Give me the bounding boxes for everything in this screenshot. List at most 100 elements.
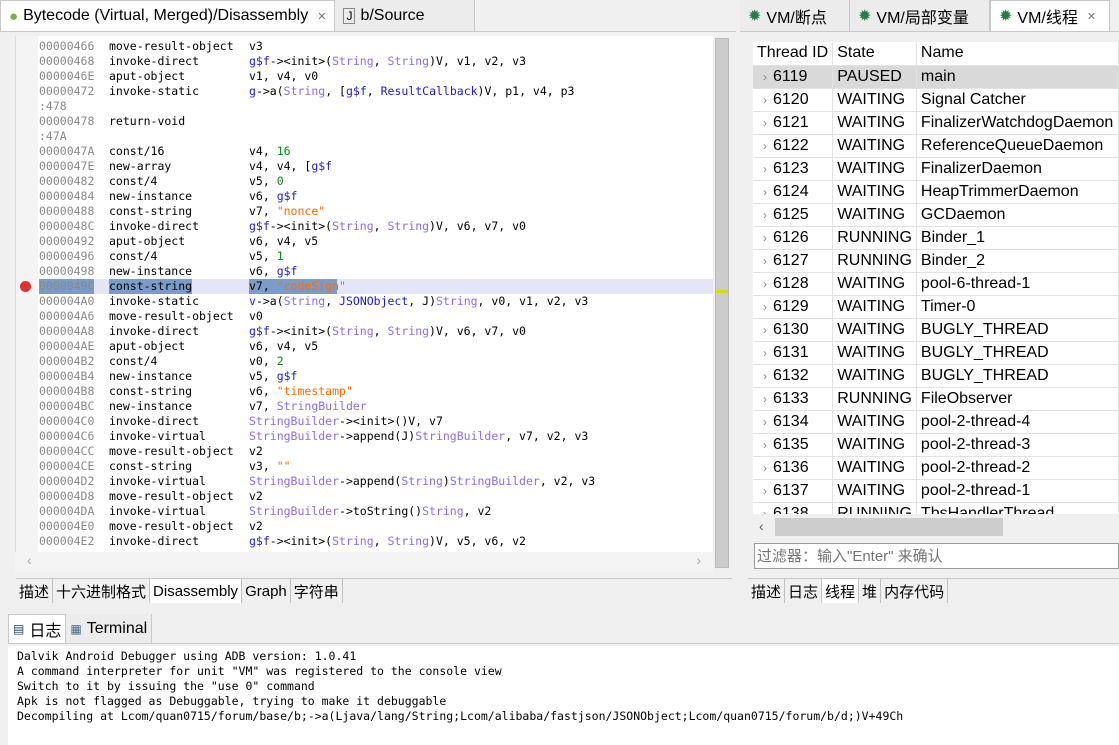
thread-row[interactable]: › 6123 WAITING FinalizerDaemon bbox=[753, 157, 1119, 181]
expand-chevron-icon[interactable]: › bbox=[763, 300, 767, 314]
thread-row[interactable]: › 6120 WAITING Signal Catcher bbox=[753, 88, 1119, 112]
expand-chevron-icon[interactable]: › bbox=[763, 208, 767, 222]
code-line[interactable]: 000004CC move-result-object v2 bbox=[39, 444, 713, 459]
expand-chevron-icon[interactable]: › bbox=[763, 185, 767, 199]
thread-row[interactable]: › 6132 WAITING BUGLY_THREAD bbox=[753, 364, 1119, 388]
thread-row[interactable]: › 6135 WAITING pool-2-thread-3 bbox=[753, 433, 1119, 457]
expand-chevron-icon[interactable]: › bbox=[763, 484, 767, 498]
code-line[interactable]: 000004AE aput-object v6, v4, v5 bbox=[39, 339, 713, 354]
thread-row[interactable]: › 6131 WAITING BUGLY_THREAD bbox=[753, 341, 1119, 365]
code-line[interactable]: 00000498 new-instance v6, g$f bbox=[39, 264, 713, 279]
tab-vm-0[interactable]: ✹ VM/断点 bbox=[740, 0, 850, 31]
code-line[interactable]: 000004CE const-string v3, "" bbox=[39, 459, 713, 474]
thread-row[interactable]: › 6134 WAITING pool-2-thread-4 bbox=[753, 410, 1119, 434]
code-line[interactable]: 000004D2 invoke-virtual StringBuilder->app… bbox=[39, 474, 713, 489]
code-line[interactable]: 000004C0 invoke-direct StringBuilder-><ini… bbox=[39, 414, 713, 429]
bottom-tab-1[interactable]: 十六进制格式 bbox=[53, 579, 151, 603]
tab-bytecode[interactable]: ● Bytecode (Virtual, Merged)/Disassembly… bbox=[0, 0, 336, 31]
code-line[interactable]: 00000468 invoke-direct g$f-><init>(String,… bbox=[39, 54, 713, 69]
code-line[interactable]: 0000049C const-string v7, "codeSign" bbox=[20, 279, 713, 294]
thread-row[interactable]: › 6130 WAITING BUGLY_THREAD bbox=[753, 318, 1119, 342]
expand-chevron-icon[interactable]: › bbox=[763, 139, 767, 153]
code-line[interactable]: 00000484 new-instance v6, g$f bbox=[39, 189, 713, 204]
thread-row[interactable]: › 6133 RUNNING FileObserver bbox=[753, 387, 1119, 411]
code-line[interactable]: 00000472 invoke-static g->a(String, [g$f, … bbox=[39, 84, 713, 99]
code-line[interactable]: 000004E2 invoke-direct g$f-><init>(String,… bbox=[39, 534, 713, 549]
expand-chevron-icon[interactable]: › bbox=[763, 231, 767, 245]
code-area[interactable]: 00000466 move-result-object v3 00000468 invo… bbox=[15, 36, 713, 552]
scroll-left-icon[interactable]: ‹ bbox=[27, 552, 32, 572]
code-line[interactable]: 000004A8 invoke-direct g$f-><init>(String,… bbox=[39, 324, 713, 339]
code-line[interactable]: 000004A0 invoke-static v->a(String, JSONOb… bbox=[39, 294, 713, 309]
thread-hscrollbar[interactable]: ‹ bbox=[753, 516, 1119, 538]
thread-row[interactable]: › 6138 RUNNING TbsHandlerThread bbox=[753, 502, 1119, 514]
code-line[interactable]: 00000478 return-void bbox=[39, 114, 713, 129]
code-line[interactable]: 0000048C invoke-direct g$f-><init>(String,… bbox=[39, 219, 713, 234]
expand-chevron-icon[interactable]: › bbox=[763, 323, 767, 337]
expand-chevron-icon[interactable]: › bbox=[763, 277, 767, 291]
tab-vm-1[interactable]: ✹ VM/局部变量 bbox=[850, 0, 990, 31]
breakpoint-gutter[interactable] bbox=[16, 36, 38, 552]
thread-row[interactable]: › 6137 WAITING pool-2-thread-1 bbox=[753, 479, 1119, 503]
bottom-tab-2[interactable]: Disassembly bbox=[150, 579, 243, 603]
filter-input[interactable] bbox=[754, 543, 1119, 569]
code-line[interactable]: :478 bbox=[39, 99, 713, 114]
expand-chevron-icon[interactable]: › bbox=[763, 162, 767, 176]
thread-row[interactable]: › 6122 WAITING ReferenceQueueDaemon bbox=[753, 134, 1119, 158]
expand-chevron-icon[interactable]: › bbox=[763, 461, 767, 475]
thread-row[interactable]: › 6125 WAITING GCDaemon bbox=[753, 203, 1119, 227]
thread-row[interactable]: › 6129 WAITING Timer-0 bbox=[753, 295, 1119, 319]
expand-chevron-icon[interactable]: › bbox=[763, 254, 767, 268]
bottom-tab-4[interactable]: 内存代码 bbox=[881, 579, 949, 603]
scroll-left-icon[interactable]: ‹ bbox=[759, 518, 764, 534]
close-icon[interactable]: ✕ bbox=[317, 10, 326, 23]
bottom-tab-1[interactable]: 日志 bbox=[785, 579, 823, 603]
console-output[interactable]: Dalvik Android Debugger using ADB versio… bbox=[8, 646, 1119, 745]
tab-vm-2[interactable]: ✹ VM/线程 ✕ bbox=[990, 0, 1110, 31]
code-line[interactable]: 0000046E aput-object v1, v4, v0 bbox=[39, 69, 713, 84]
expand-chevron-icon[interactable]: › bbox=[763, 70, 767, 84]
vertical-scrollbar[interactable] bbox=[715, 38, 729, 568]
code-line[interactable]: 00000482 const/4 v5, 0 bbox=[39, 174, 713, 189]
bottom-tab-0[interactable]: 描述 bbox=[748, 579, 786, 603]
expand-chevron-icon[interactable]: › bbox=[763, 346, 767, 360]
col-thread-id[interactable]: Thread ID bbox=[753, 42, 834, 66]
thread-row[interactable]: › 6127 RUNNING Binder_2 bbox=[753, 249, 1119, 273]
code-line[interactable]: 00000466 move-result-object v3 bbox=[39, 39, 713, 54]
code-line[interactable]: 00000496 const/4 v5, 1 bbox=[39, 249, 713, 264]
scroll-right-icon[interactable]: › bbox=[696, 552, 701, 572]
code-line[interactable]: 000004B4 new-instance v5, g$f bbox=[39, 369, 713, 384]
code-line[interactable]: 000004C6 invoke-virtual StringBuilder->app… bbox=[39, 429, 713, 444]
col-state[interactable]: State bbox=[832, 42, 917, 66]
code-line[interactable]: 00000488 const-string v7, "nonce" bbox=[39, 204, 713, 219]
bottom-tab-3[interactable]: 堆 bbox=[859, 579, 882, 603]
expand-chevron-icon[interactable]: › bbox=[763, 415, 767, 429]
thread-row[interactable]: › 6124 WAITING HeapTrimmerDaemon bbox=[753, 180, 1119, 204]
code-line[interactable]: 0000047A const/16 v4, 16 bbox=[39, 144, 713, 159]
scroll-thumb[interactable] bbox=[775, 518, 1003, 536]
tab-source[interactable]: J b/Source bbox=[335, 0, 476, 31]
thread-row[interactable]: › 6136 WAITING pool-2-thread-2 bbox=[753, 456, 1119, 480]
thread-row[interactable]: › 6128 WAITING pool-6-thread-1 bbox=[753, 272, 1119, 296]
horizontal-scrollbar[interactable]: ‹ › bbox=[15, 552, 713, 572]
code-line[interactable]: 0000047E new-array v4, v4, [g$f bbox=[39, 159, 713, 174]
expand-chevron-icon[interactable]: › bbox=[763, 438, 767, 452]
code-line[interactable]: :47A bbox=[39, 129, 713, 144]
code-line[interactable]: 00000492 aput-object v6, v4, v5 bbox=[39, 234, 713, 249]
expand-chevron-icon[interactable]: › bbox=[763, 116, 767, 130]
code-line[interactable]: 000004DA invoke-virtual StringBuilder->toS… bbox=[39, 504, 713, 519]
expand-chevron-icon[interactable]: › bbox=[763, 93, 767, 107]
expand-chevron-icon[interactable]: › bbox=[763, 392, 767, 406]
col-name[interactable]: Name bbox=[916, 42, 1119, 66]
code-line[interactable]: 000004B2 const/4 v0, 2 bbox=[39, 354, 713, 369]
code-line[interactable]: 000004D8 move-result-object v2 bbox=[39, 489, 713, 504]
tab-terminal[interactable]: ▦ Terminal bbox=[66, 614, 153, 643]
breakpoint-icon[interactable] bbox=[20, 281, 31, 292]
code-line[interactable]: 000004B8 const-string v6, "timestamp" bbox=[39, 384, 713, 399]
code-line[interactable]: 000004E0 move-result-object v2 bbox=[39, 519, 713, 534]
code-line[interactable]: 000004A6 move-result-object v0 bbox=[39, 309, 713, 324]
thread-row[interactable]: › 6126 RUNNING Binder_1 bbox=[753, 226, 1119, 250]
bottom-tab-0[interactable]: 描述 bbox=[16, 579, 54, 603]
expand-chevron-icon[interactable]: › bbox=[763, 369, 767, 383]
bottom-tab-4[interactable]: 字符串 bbox=[291, 579, 343, 603]
